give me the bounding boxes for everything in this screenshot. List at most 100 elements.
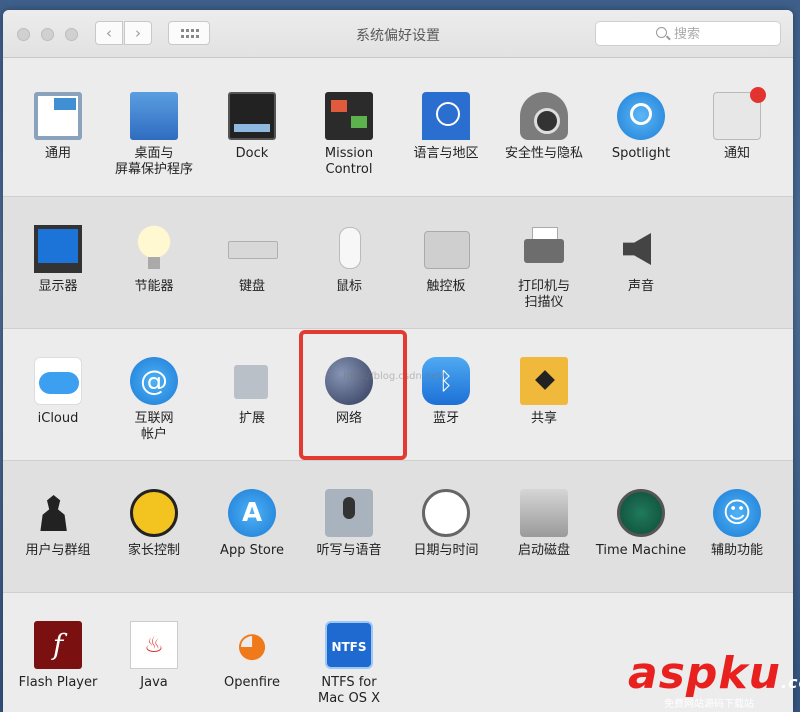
pref-label: 桌面与 屏幕保护程序 — [114, 146, 193, 177]
flame-icon: ◕ — [237, 625, 267, 665]
pref-app-store[interactable]: A App Store — [204, 489, 300, 559]
pref-label: 节能器 — [134, 279, 174, 294]
speaker-icon — [617, 225, 665, 273]
pref-displays[interactable]: 显示器 — [10, 225, 106, 295]
pref-sound[interactable]: 声音 — [593, 225, 689, 295]
pref-label: App Store — [220, 543, 284, 558]
pref-label: 用户与群组 — [25, 543, 91, 558]
pref-extensions[interactable]: 扩展 — [204, 357, 300, 427]
trackpad-icon — [422, 225, 470, 273]
pref-label: Time Machine — [595, 543, 687, 558]
pref-openfire[interactable]: ◕ Openfire — [204, 621, 300, 691]
pref-label: 语言与地区 — [413, 146, 479, 161]
pref-notifications[interactable]: 通知 — [689, 87, 785, 162]
pref-label: 蓝牙 — [432, 411, 459, 426]
search-field[interactable] — [595, 21, 781, 46]
cloud-icon — [34, 357, 82, 405]
flash-icon: f — [34, 621, 82, 669]
pref-label: 安全性与隐私 — [504, 146, 583, 161]
sharing-folder-icon — [520, 357, 568, 405]
app-store-icon: A — [228, 489, 276, 537]
parental-controls-icon — [130, 489, 178, 537]
search-input[interactable] — [674, 25, 764, 43]
pref-label: 键盘 — [238, 279, 265, 294]
dock-icon — [228, 92, 276, 140]
pref-security-privacy[interactable]: 安全性与隐私 — [496, 92, 592, 162]
pref-language-region[interactable]: 语言与地区 — [398, 92, 494, 162]
pref-label: 打印机与 扫描仪 — [517, 279, 570, 310]
pref-general[interactable]: 通用 — [10, 92, 106, 162]
section-hardware: 显示器 节能器 键盘 鼠标 触控板 打印机与 扫描仪 声音 — [3, 196, 793, 328]
title-bar: ‹ › 系统偏好设置 — [3, 10, 793, 58]
pref-label: 触控板 — [426, 279, 466, 294]
pref-mission-control[interactable]: Mission Control — [301, 92, 397, 178]
pref-internet-accounts[interactable]: @ 互联网 帐户 — [106, 357, 202, 443]
pref-accessibility[interactable]: ☺ 辅助功能 — [689, 489, 785, 559]
pref-keyboard[interactable]: 键盘 — [204, 225, 300, 295]
pref-flash-player[interactable]: f Flash Player — [10, 621, 106, 691]
pref-icloud[interactable]: iCloud — [10, 357, 106, 427]
pref-sharing[interactable]: 共享 — [496, 357, 592, 427]
time-machine-icon — [617, 489, 665, 537]
pref-printers-scanners[interactable]: 打印机与 扫描仪 — [496, 225, 592, 311]
logo-text: aspku — [628, 648, 781, 699]
pref-spotlight[interactable]: Spotlight — [593, 92, 689, 162]
microphone-icon — [325, 489, 373, 537]
puzzle-icon — [228, 357, 276, 405]
pref-label: 启动磁盘 — [517, 543, 570, 558]
keyboard-icon — [228, 225, 278, 273]
monitor-icon — [34, 225, 82, 273]
pref-label: 日期与时间 — [413, 543, 479, 558]
accessibility-icon: ☺ — [713, 489, 761, 537]
mission-control-icon — [325, 92, 373, 140]
pref-label: 听写与语音 — [316, 543, 382, 558]
pref-startup-disk[interactable]: 启动磁盘 — [496, 489, 592, 559]
pref-bluetooth[interactable]: ᛒ 蓝牙 — [398, 357, 494, 427]
pref-trackpad[interactable]: 触控板 — [398, 225, 494, 295]
pref-label: 家长控制 — [127, 543, 180, 558]
pref-users-groups[interactable]: 用户与群组 — [10, 489, 106, 559]
pref-label: Flash Player — [18, 675, 98, 690]
hard-disk-icon — [520, 489, 568, 537]
pref-desktop-screensaver[interactable]: 桌面与 屏幕保护程序 — [106, 92, 202, 178]
clock-icon — [422, 489, 470, 537]
pref-label: Dock — [235, 146, 269, 161]
lightbulb-icon — [130, 225, 178, 273]
at-sign-icon: @ — [130, 357, 178, 405]
pref-label: 通知 — [723, 146, 750, 161]
pref-label: 互联网 帐户 — [134, 411, 174, 442]
ntfs-icon: NTFS — [325, 621, 373, 669]
pref-date-time[interactable]: 日期与时间 — [398, 489, 494, 559]
notifications-icon — [713, 87, 766, 140]
site-logo: aspku.com — [628, 648, 800, 699]
pref-ntfs-for-mac[interactable]: NTFS NTFS for Mac OS X — [301, 621, 397, 707]
house-lock-icon — [520, 92, 568, 140]
pref-label: Mission Control — [324, 146, 374, 177]
desktop-icon — [130, 92, 178, 140]
logo-subtitle: 免费网站源码下载站 — [664, 699, 754, 710]
pref-label: 显示器 — [38, 279, 78, 294]
printer-icon — [520, 225, 568, 273]
pref-label: iCloud — [37, 411, 79, 426]
pref-label: NTFS for Mac OS X — [318, 675, 380, 706]
pref-label: 鼠标 — [335, 279, 362, 294]
pref-label: 通用 — [44, 146, 71, 161]
pref-label: Spotlight — [611, 146, 671, 161]
pref-energy-saver[interactable]: 节能器 — [106, 225, 202, 295]
section-personal: 通用 桌面与 屏幕保护程序 Dock Mission Control 语言与地区… — [3, 58, 793, 196]
pref-time-machine[interactable]: Time Machine — [593, 489, 689, 559]
pref-mouse[interactable]: 鼠标 — [301, 225, 397, 295]
pref-label: Java — [140, 675, 168, 690]
pref-parental-controls[interactable]: 家长控制 — [106, 489, 202, 559]
pref-label: Openfire — [224, 675, 280, 690]
mouse-icon — [325, 225, 373, 273]
pref-dictation-speech[interactable]: 听写与语音 — [301, 489, 397, 559]
users-icon — [34, 489, 82, 537]
pref-label: 辅助功能 — [710, 543, 763, 558]
system-preferences-window: ‹ › 系统偏好设置 通用 桌面与 屏幕保护程序 Dock Mission Co… — [3, 10, 793, 712]
pref-dock[interactable]: Dock — [204, 92, 300, 162]
general-icon — [34, 92, 82, 140]
pref-label: 扩展 — [238, 411, 265, 426]
highlight-box — [299, 330, 407, 460]
pref-java[interactable]: ♨ Java — [106, 621, 202, 691]
